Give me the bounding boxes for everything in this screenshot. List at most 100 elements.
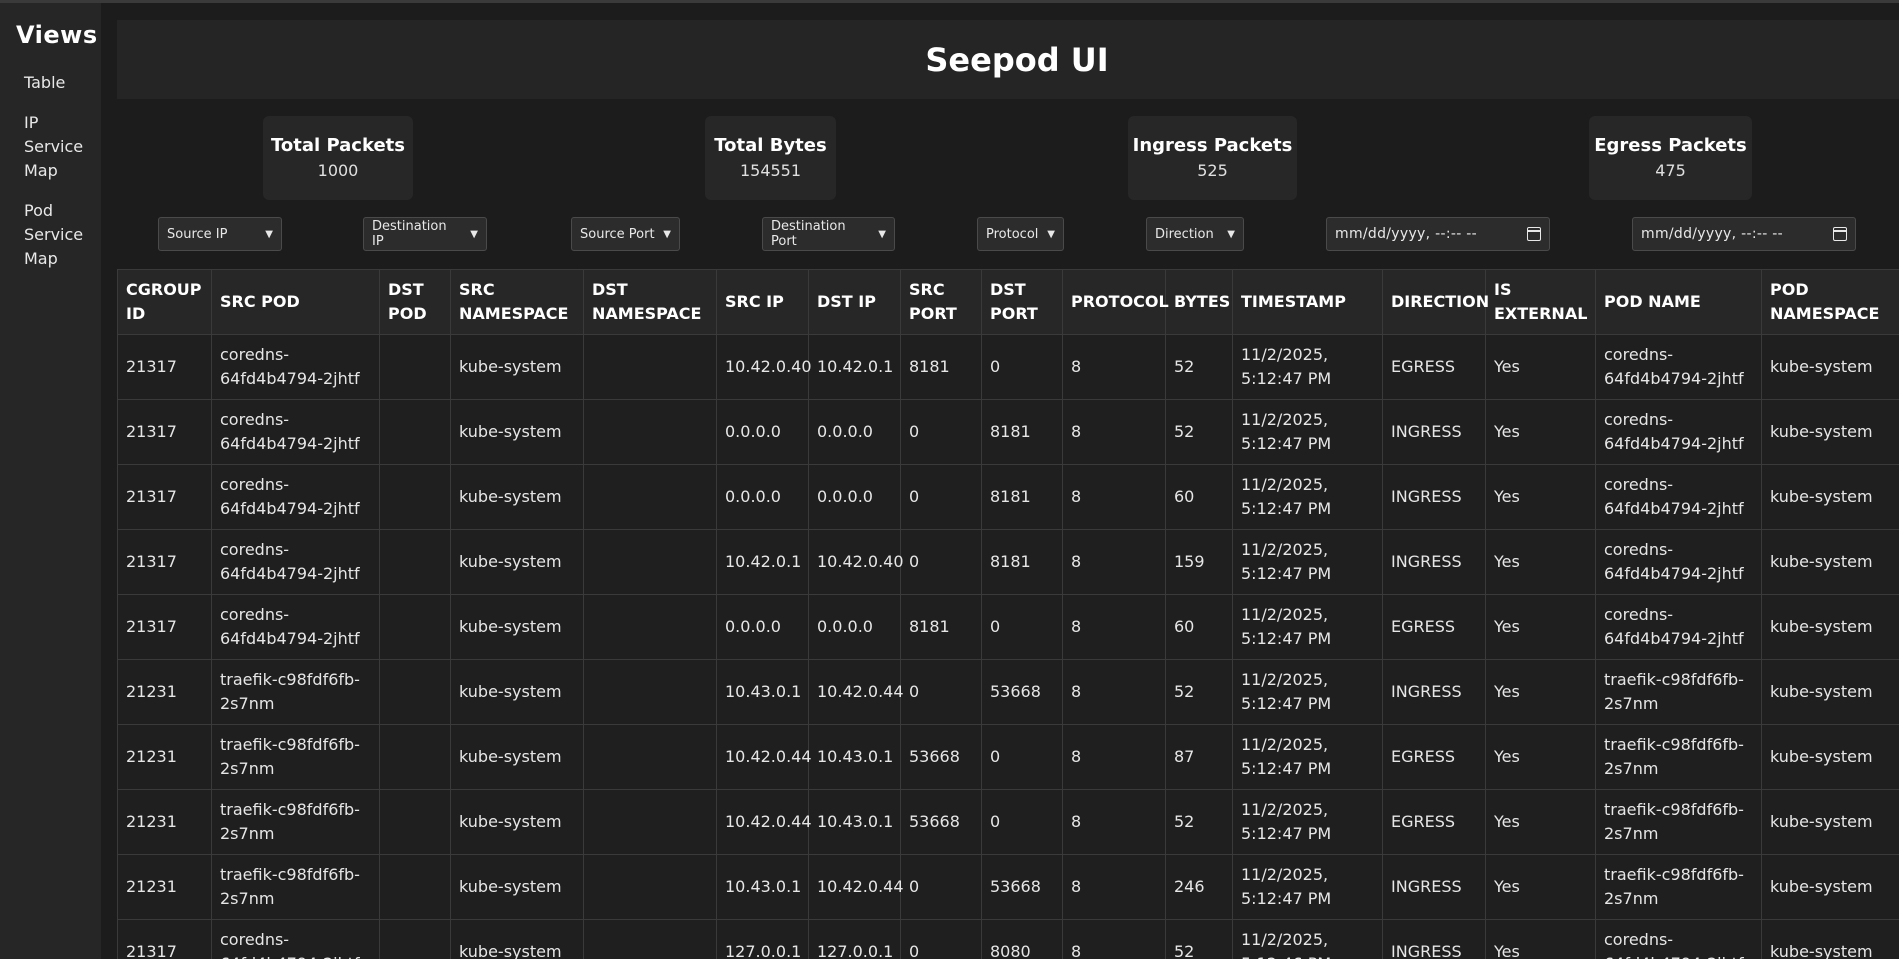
table-cell: 53668: [981, 854, 1063, 920]
table-cell: 8: [1062, 399, 1166, 465]
start-datetime-input[interactable]: mm/dd/yyyy, --:-- --: [1326, 217, 1550, 251]
table-cell: kube-system: [450, 919, 584, 959]
table-cell: kube-system: [450, 334, 584, 400]
table-cell: [379, 724, 451, 790]
table-row[interactable]: 21317coredns-64fd4b4794-2jhtfkube-system…: [117, 919, 1899, 959]
column-header: BYTES: [1165, 269, 1233, 335]
source-port-select-value: Source Port: [580, 226, 655, 242]
destination-port-select[interactable]: Destination Port ▼: [762, 217, 895, 251]
table-cell: coredns-64fd4b4794-2jhtf: [1595, 594, 1762, 660]
table-cell: 10.42.0.40: [808, 529, 904, 595]
column-header: DST NAMESPACE: [583, 269, 717, 335]
sidebar-item-ip-service-map[interactable]: IP Service Map: [0, 111, 90, 183]
table-cell: [583, 399, 717, 465]
table-cell: kube-system: [1761, 334, 1899, 400]
table-row[interactable]: 21231 traefik-c98fdf6fb-2s7nm kube-system 1…: [117, 789, 1899, 855]
table-row[interactable]: 21231 traefik-c98fdf6fb-2s7nm kube-system 1…: [117, 659, 1899, 725]
table-cell: 0.0.0.0: [716, 594, 809, 660]
table-cell: Yes: [1485, 659, 1596, 725]
table-cell: 60: [1165, 594, 1233, 660]
table-cell: kube-system: [1761, 789, 1899, 855]
chevron-down-icon: ▼: [663, 228, 671, 240]
table-cell: kube-system: [450, 464, 584, 530]
table-cell: coredns-64fd4b4794-2jhtf: [1595, 334, 1762, 400]
table-cell: 8: [1062, 594, 1166, 660]
table-cell: 52: [1165, 919, 1233, 959]
table-cell: 0: [981, 724, 1063, 790]
calendar-icon[interactable]: [1833, 227, 1847, 241]
table-cell: 0: [981, 789, 1063, 855]
stat-value: 525: [1197, 161, 1228, 180]
table-cell: 53668: [981, 659, 1063, 725]
table-cell: [379, 919, 451, 959]
table-cell: Yes: [1485, 919, 1596, 959]
calendar-icon[interactable]: [1527, 227, 1541, 241]
column-header: DST IP: [808, 269, 901, 335]
table-cell: 21231: [117, 659, 212, 725]
column-header: DIRECTION: [1382, 269, 1489, 335]
table-row[interactable]: 21317coredns-64fd4b4794-2jhtfkube-system…: [117, 594, 1899, 660]
end-datetime-input[interactable]: mm/dd/yyyy, --:-- --: [1632, 217, 1856, 251]
table-cell: Yes: [1485, 594, 1596, 660]
table-cell: 21317: [117, 464, 212, 530]
table-cell: 21317: [117, 334, 212, 400]
table-cell: 8: [1062, 724, 1166, 790]
table-row[interactable]: 21317coredns-64fd4b4794-2jhtfkube-system…: [117, 529, 1899, 595]
table-cell: kube-system: [1761, 399, 1899, 465]
table-cell: 8181: [900, 334, 982, 400]
table-cell: kube-system: [450, 399, 584, 465]
table-cell: INGRESS: [1382, 399, 1486, 465]
table-cell: coredns-64fd4b4794-2jhtf: [1595, 529, 1762, 595]
table-cell: [379, 854, 451, 920]
packets-table-container[interactable]: CGROUP ID SRC POD DST POD SRC NAMESPACE DST …: [117, 269, 1899, 959]
table-row[interactable]: 21317coredns-64fd4b4794-2jhtfkube-system…: [117, 464, 1899, 530]
table-cell: traefik-c98fdf6fb-2s7nm: [1595, 854, 1762, 920]
sidebar: Views Table IP Service Map Pod Service M…: [0, 3, 101, 959]
page-header: Seepod UI: [117, 20, 1899, 99]
table-cell: 10.42.0.1: [716, 529, 809, 595]
table-cell: 8181: [981, 399, 1063, 465]
table-cell: coredns-64fd4b4794-2jhtf: [1595, 919, 1762, 959]
table-cell: 52: [1165, 789, 1233, 855]
table-cell: EGRESS: [1382, 724, 1486, 790]
sidebar-item-pod-service-map[interactable]: Pod Service Map: [0, 199, 90, 271]
table-cell: kube-system: [1761, 594, 1899, 660]
table-cell: 11/2/2025, 5:12:47 PM: [1232, 529, 1383, 595]
table-cell: [379, 789, 451, 855]
table-cell: traefik-c98fdf6fb-2s7nm: [1595, 659, 1762, 725]
table-cell: [379, 594, 451, 660]
column-header: CGROUP ID: [117, 269, 212, 335]
table-cell: 52: [1165, 399, 1233, 465]
table-cell: 11/2/2025, 5:12:47 PM: [1232, 659, 1383, 725]
chevron-down-icon: ▼: [1227, 228, 1235, 240]
table-cell: Yes: [1485, 464, 1596, 530]
table-cell: 21231: [117, 724, 212, 790]
destination-ip-select[interactable]: Destination IP ▼: [363, 217, 487, 251]
table-row[interactable]: 21231 traefik-c98fdf6fb-2s7nm kube-system 1…: [117, 854, 1899, 920]
table-cell: 8181: [900, 594, 982, 660]
column-header: DST PORT: [981, 269, 1063, 335]
table-cell: kube-system: [450, 594, 584, 660]
table-cell: [583, 724, 717, 790]
stat-value: 1000: [317, 161, 359, 180]
table-cell: 0: [900, 659, 982, 725]
table-cell: traefik-c98fdf6fb-2s7nm: [211, 789, 380, 855]
table-row[interactable]: 21317coredns-64fd4b4794-2jhtfkube-system…: [117, 334, 1899, 400]
protocol-select[interactable]: Protocol ▼: [977, 217, 1064, 251]
table-cell: 8181: [981, 464, 1063, 530]
chevron-down-icon: ▼: [265, 228, 273, 240]
sidebar-nav: Table IP Service Map Pod Service Map: [0, 71, 101, 271]
source-ip-select[interactable]: Source IP ▼: [158, 217, 282, 251]
direction-select[interactable]: Direction ▼: [1146, 217, 1244, 251]
source-port-select[interactable]: Source Port ▼: [571, 217, 680, 251]
source-ip-select-value: Source IP: [167, 226, 228, 242]
table-row[interactable]: 21231 traefik-c98fdf6fb-2s7nm kube-system 1…: [117, 724, 1899, 790]
sidebar-item-table[interactable]: Table: [0, 71, 90, 95]
table-cell: traefik-c98fdf6fb-2s7nm: [211, 854, 380, 920]
table-cell: coredns-64fd4b4794-2jhtf: [211, 334, 380, 400]
table-cell: [583, 919, 717, 959]
stat-card-total-packets: Total Packets 1000: [263, 116, 413, 200]
table-row[interactable]: 21317coredns-64fd4b4794-2jhtfkube-system…: [117, 399, 1899, 465]
table-cell: kube-system: [1761, 919, 1899, 959]
table-cell: 8181: [981, 529, 1063, 595]
